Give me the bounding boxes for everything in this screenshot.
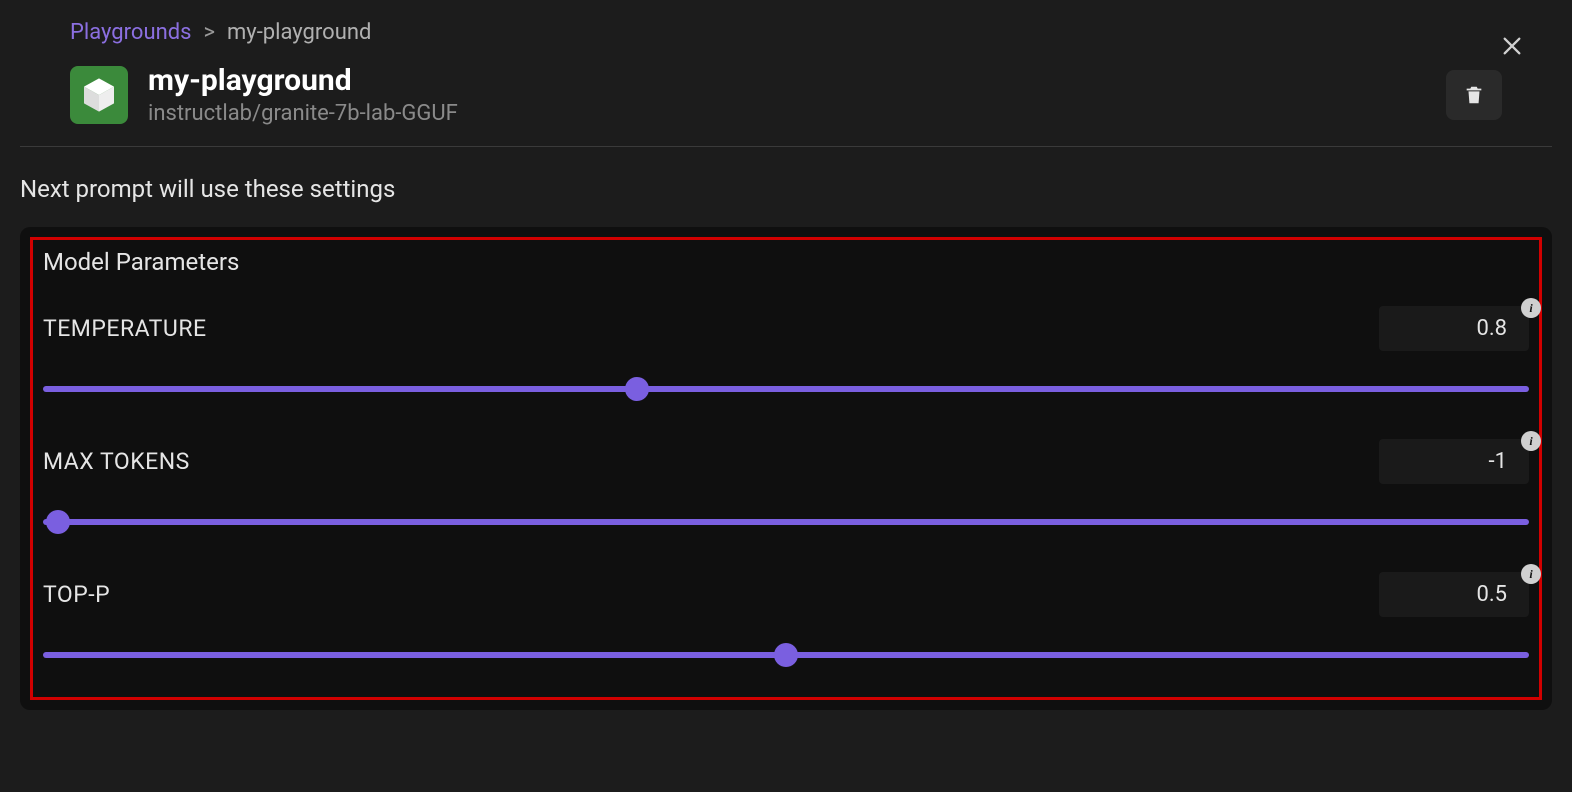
playground-cube-icon	[70, 66, 128, 124]
cube-icon	[79, 75, 119, 115]
param-value-text: -1	[1489, 449, 1507, 474]
info-icon[interactable]: i	[1521, 564, 1541, 584]
param-value-text: 0.5	[1476, 582, 1507, 607]
title-text-block: my-playground instructlab/granite-7b-lab…	[148, 63, 1426, 126]
param-value-max-tokens[interactable]: -1 i	[1379, 439, 1529, 484]
param-label-temperature: TEMPERATURE	[43, 315, 207, 342]
header-divider	[20, 146, 1552, 147]
parameters-panel-title: Model Parameters	[43, 248, 1529, 276]
slider-max-tokens[interactable]	[43, 510, 1529, 534]
param-head: TEMPERATURE 0.8 i	[43, 306, 1529, 351]
close-icon	[1501, 35, 1523, 57]
info-icon[interactable]: i	[1521, 431, 1541, 451]
param-value-top-p[interactable]: 0.5 i	[1379, 572, 1529, 617]
close-button[interactable]	[1492, 26, 1532, 66]
slider-thumb[interactable]	[774, 643, 798, 667]
header: Playgrounds > my-playground my-playgroun…	[0, 0, 1572, 146]
breadcrumb: Playgrounds > my-playground	[70, 20, 1502, 45]
param-top-p: TOP-P 0.5 i	[43, 572, 1529, 667]
breadcrumb-separator: >	[203, 20, 215, 45]
slider-temperature[interactable]	[43, 377, 1529, 401]
param-value-text: 0.8	[1476, 316, 1507, 341]
delete-button[interactable]	[1446, 70, 1502, 120]
slider-thumb[interactable]	[46, 510, 70, 534]
slider-track	[43, 386, 1529, 392]
page-title: my-playground	[148, 63, 1426, 99]
title-row: my-playground instructlab/granite-7b-lab…	[70, 63, 1502, 146]
param-temperature: TEMPERATURE 0.8 i	[43, 306, 1529, 401]
param-max-tokens: MAX TOKENS -1 i	[43, 439, 1529, 534]
slider-thumb[interactable]	[625, 377, 649, 401]
info-icon[interactable]: i	[1521, 298, 1541, 318]
slider-track	[43, 519, 1529, 525]
settings-message: Next prompt will use these settings	[0, 147, 1572, 227]
param-value-temperature[interactable]: 0.8 i	[1379, 306, 1529, 351]
breadcrumb-current: my-playground	[227, 20, 371, 45]
slider-top-p[interactable]	[43, 643, 1529, 667]
playground-settings-page: Playgrounds > my-playground my-playgroun…	[0, 0, 1572, 792]
breadcrumb-root-link[interactable]: Playgrounds	[70, 20, 191, 45]
param-label-top-p: TOP-P	[43, 581, 110, 608]
parameters-panel-wrap: Model Parameters TEMPERATURE 0.8 i MAX T…	[20, 227, 1552, 710]
param-head: MAX TOKENS -1 i	[43, 439, 1529, 484]
parameters-panel: Model Parameters TEMPERATURE 0.8 i MAX T…	[30, 237, 1542, 700]
param-label-max-tokens: MAX TOKENS	[43, 448, 190, 475]
param-head: TOP-P 0.5 i	[43, 572, 1529, 617]
page-subtitle: instructlab/granite-7b-lab-GGUF	[148, 101, 1426, 126]
trash-icon	[1463, 83, 1485, 107]
